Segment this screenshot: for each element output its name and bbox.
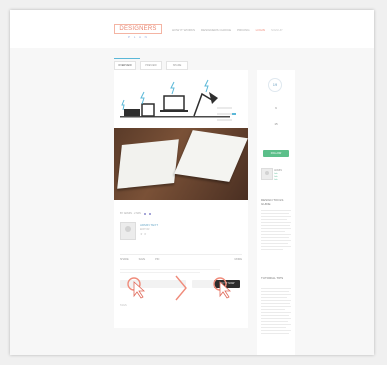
bolt-icon (170, 81, 175, 95)
nav-item-choice[interactable]: DESIGNERS CHOICE (201, 28, 231, 32)
tab-overview[interactable]: OVERVIEW (114, 61, 136, 70)
author-name[interactable]: ADMIN TEXT (140, 223, 158, 227)
sidebar: 19 9 15 FOLLOW ADMIN Link Link Link DESI… (257, 70, 295, 355)
lamp-head (209, 92, 218, 104)
bolt-icon (204, 79, 209, 93)
speaker-shape (141, 103, 155, 117)
stat-count: 15 (257, 122, 295, 126)
nav-item-how[interactable]: HOW IT WORKS (172, 28, 195, 32)
white-tile-right (174, 130, 248, 182)
cursor-icon (133, 281, 146, 299)
share-dot-icon[interactable] (148, 212, 151, 215)
sidebar-avatar[interactable] (261, 168, 273, 180)
tab-bar: OVERVIEW PREVIEW SHARE (114, 61, 188, 70)
follow-button[interactable]: FOLLOW (263, 150, 289, 157)
share-dot-icon[interactable] (143, 212, 146, 215)
white-tile-left (117, 139, 179, 189)
stat-value: 9 (275, 106, 277, 110)
logo-subtitle: P L A N (128, 35, 149, 39)
site-header: DESIGNERS P L A N HOW IT WORKS DESIGNERS… (10, 10, 374, 48)
label-marker (232, 113, 236, 115)
post-meta: BY ADMIN · 2 MIN (120, 212, 151, 215)
nav-item-pricing[interactable]: PRICING (237, 28, 250, 32)
text-line (120, 269, 220, 270)
post-actions: SHARE SAVE PIN MORE (120, 258, 242, 261)
nav-item-signup[interactable]: SIGNUP (271, 28, 283, 32)
post-photo (114, 128, 248, 200)
sidebar-text-block (261, 210, 291, 252)
tab-share[interactable]: SHARE (166, 61, 188, 70)
sidebar-text-block (261, 288, 291, 336)
sidebar-link[interactable]: Link (274, 179, 278, 182)
action-pin[interactable]: PIN (155, 258, 159, 261)
nav-item-login[interactable]: LOGIN (256, 28, 265, 32)
action-share[interactable]: SHARE (120, 258, 129, 261)
author-avatar[interactable] (120, 222, 136, 240)
stat-circle: 19 (268, 78, 282, 92)
author-role: EDITOR (140, 228, 150, 231)
text-line (120, 272, 200, 273)
divider (120, 254, 242, 255)
browser-frame: DESIGNERS P L A N HOW IT WORKS DESIGNERS… (10, 10, 374, 355)
keyboard-shape (124, 109, 140, 116)
monitor-base (160, 110, 188, 112)
bolt-icon (121, 99, 125, 111)
logo-wordmark: DESIGNERS (114, 24, 162, 34)
post-footer: TAGS (120, 304, 127, 307)
action-more[interactable]: MORE (235, 258, 243, 261)
sidebar-author-card: ADMIN Link Link Link (261, 168, 293, 188)
sidebar-heading: DESIGN TOOLS GUIDE (261, 198, 284, 206)
demo-overlay (127, 275, 232, 301)
main-nav: HOW IT WORKS DESIGNERS CHOICE PRICING LO… (172, 28, 283, 32)
arrow-right-icon (175, 275, 187, 301)
bolt-icon (140, 91, 145, 105)
cursor-icon (219, 281, 232, 299)
post-card: BY ADMIN · 2 MIN ADMIN TEXT EDITOR ★★ SH… (114, 70, 248, 328)
author-card: ADMIN TEXT EDITOR ★★ (120, 222, 240, 244)
site-logo[interactable]: DESIGNERS P L A N (114, 24, 162, 40)
desk-line (120, 116, 230, 118)
stat-value: 15 (274, 122, 278, 126)
action-save[interactable]: SAVE (139, 258, 145, 261)
stat-count: 9 (257, 106, 295, 110)
rating-stars: ★★ (140, 232, 148, 236)
monitor-shape (163, 95, 185, 111)
sidebar-heading: TUTORIAL TIPS (261, 276, 284, 280)
accent-line (114, 58, 140, 59)
meta-text: BY ADMIN · 2 MIN (120, 212, 141, 215)
demo-illustration: BUY IT NOW (120, 274, 244, 310)
lamp-arm (193, 92, 213, 117)
tab-preview[interactable]: PREVIEW (140, 61, 162, 70)
sidebar-author-name[interactable]: ADMIN (274, 169, 282, 172)
sidebar-links: Link Link Link (274, 173, 278, 182)
desk-illustration (120, 79, 236, 121)
